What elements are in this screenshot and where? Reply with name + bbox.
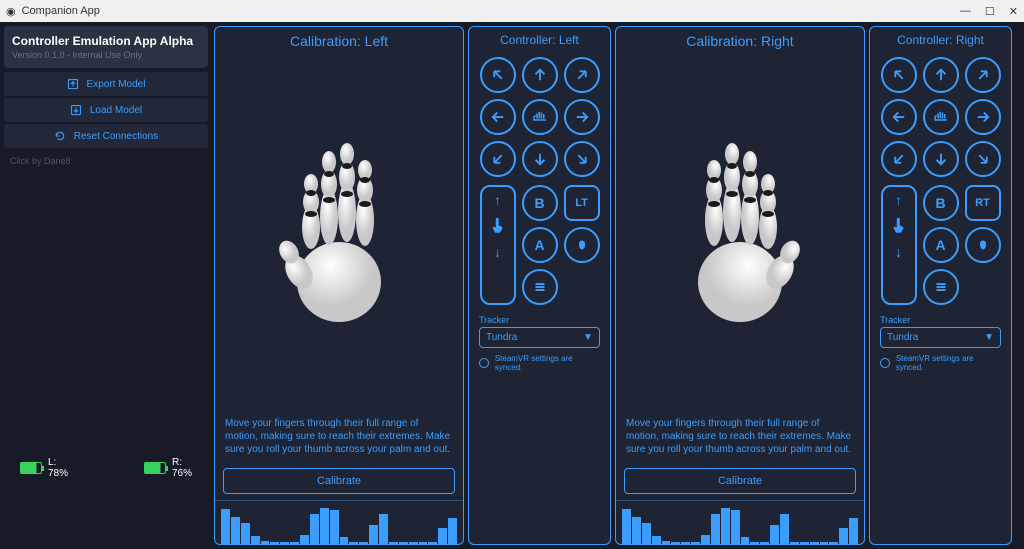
calibration-left-bars: [215, 500, 463, 544]
load-icon: [70, 104, 82, 116]
export-label: Export Model: [87, 79, 146, 90]
dpad-downleft-button[interactable]: [480, 141, 516, 177]
menu-button[interactable]: [522, 269, 558, 305]
load-model-button[interactable]: Load Model: [4, 98, 208, 122]
stick-up-icon: ↑: [494, 193, 501, 207]
controller-right-panel: Controller: Right ↑ ↓ B A RT: [869, 26, 1012, 545]
reset-label: Reset Connections: [74, 131, 159, 142]
window-titlebar: ◉ Companion App — ☐ ✕: [0, 0, 1024, 22]
dpad-center-button-r[interactable]: [923, 99, 959, 135]
stick-up-icon-r: ↑: [895, 193, 902, 207]
dpad-down-button[interactable]: [522, 141, 558, 177]
reset-icon: [54, 130, 66, 142]
stick-right-column[interactable]: ↑ ↓: [881, 185, 917, 305]
calibration-left-panel: Calibration: Left M: [214, 26, 464, 545]
sidebar-note: Click by Dane8: [4, 150, 208, 172]
tracker-left-value: Tundra: [486, 332, 517, 343]
a-button-r[interactable]: A: [923, 227, 959, 263]
tracker-right-select[interactable]: Tundra ▼: [880, 327, 1001, 348]
dpad-center-button[interactable]: [522, 99, 558, 135]
calibration-left-title: Calibration: Left: [215, 27, 463, 55]
window-title: Companion App: [22, 5, 100, 17]
tracker-left-label: Tracker: [479, 315, 600, 325]
battery-status: L: 78% R: 76%: [20, 457, 192, 479]
dpad-upleft-button[interactable]: [480, 57, 516, 93]
app-title: Controller Emulation App Alpha: [12, 34, 200, 48]
dpad-up-button-r[interactable]: [923, 57, 959, 93]
dpad-up-button[interactable]: [522, 57, 558, 93]
hand-left-viewer[interactable]: [215, 55, 463, 409]
controller-right-title: Controller: Right: [870, 27, 1011, 53]
b-button[interactable]: B: [522, 185, 558, 221]
calibration-right-bars: [616, 500, 864, 544]
left-trigger-button[interactable]: LT: [564, 185, 600, 221]
reset-connections-button[interactable]: Reset Connections: [4, 124, 208, 148]
a-button[interactable]: A: [522, 227, 558, 263]
dpad-right-button-r[interactable]: [965, 99, 1001, 135]
tracker-right-label: Tracker: [880, 315, 1001, 325]
dpad-left-button[interactable]: [480, 99, 516, 135]
controller-left-title: Controller: Left: [469, 27, 610, 53]
sync-left-radio[interactable]: [479, 358, 489, 368]
tracker-right-value: Tundra: [887, 332, 918, 343]
right-trigger-button[interactable]: RT: [965, 185, 1001, 221]
grip-button[interactable]: [564, 227, 600, 263]
hand-right-viewer[interactable]: [616, 55, 864, 409]
dpad-down-button-r[interactable]: [923, 141, 959, 177]
export-model-button[interactable]: Export Model: [4, 72, 208, 96]
sidebar-header: Controller Emulation App Alpha Version 0…: [4, 26, 208, 68]
close-button[interactable]: ✕: [1009, 5, 1018, 18]
dpad-upright-button-r[interactable]: [965, 57, 1001, 93]
battery-right-icon: [144, 462, 166, 474]
dpad-upleft-button-r[interactable]: [881, 57, 917, 93]
stick-down-icon: ↓: [494, 245, 501, 259]
battery-left-icon: [20, 462, 42, 474]
calibration-right-panel: Calibration: Right: [615, 26, 865, 545]
dpad-left-button-r[interactable]: [881, 99, 917, 135]
controller-left-panel: Controller: Left ↑ ↓ B A LT: [468, 26, 611, 545]
dpad-downright-button[interactable]: [564, 141, 600, 177]
dpad-right-button[interactable]: [564, 99, 600, 135]
calibration-right-title: Calibration: Right: [616, 27, 864, 55]
menu-button-r[interactable]: [923, 269, 959, 305]
export-icon: [67, 78, 79, 90]
app-version: Version 0.1.0 - Internal Use Only: [12, 50, 200, 60]
calibrate-left-button[interactable]: Calibrate: [223, 468, 455, 494]
sync-left-text: SteamVR settings are synced.: [495, 354, 600, 372]
hand-left-icon: [259, 132, 419, 332]
dpad-upright-button[interactable]: [564, 57, 600, 93]
dpad-downright-button-r[interactable]: [965, 141, 1001, 177]
stick-down-icon-r: ↓: [895, 245, 902, 259]
stick-touch-icon: [489, 217, 507, 235]
tracker-left-select[interactable]: Tundra ▼: [479, 327, 600, 348]
battery-right-label: R:: [172, 457, 192, 468]
battery-right-pct: 76%: [172, 468, 192, 479]
battery-left-label: L:: [48, 457, 68, 468]
chevron-down-icon-r: ▼: [984, 332, 994, 343]
stick-touch-icon-r: [890, 217, 908, 235]
chevron-down-icon: ▼: [583, 332, 593, 343]
stick-left-column[interactable]: ↑ ↓: [480, 185, 516, 305]
calibration-right-instruction: Move your fingers through their full ran…: [616, 409, 864, 464]
battery-left-pct: 78%: [48, 468, 68, 479]
maximize-button[interactable]: ☐: [985, 5, 995, 18]
calibration-left-instruction: Move your fingers through their full ran…: [215, 409, 463, 464]
load-label: Load Model: [90, 105, 142, 116]
sync-right-radio[interactable]: [880, 358, 890, 368]
minimize-button[interactable]: —: [960, 5, 971, 18]
b-button-r[interactable]: B: [923, 185, 959, 221]
calibrate-right-button[interactable]: Calibrate: [624, 468, 856, 494]
dpad-downleft-button-r[interactable]: [881, 141, 917, 177]
app-icon: ◉: [6, 5, 16, 18]
grip-button-r[interactable]: [965, 227, 1001, 263]
sidebar: Controller Emulation App Alpha Version 0…: [0, 22, 212, 549]
sync-right-text: SteamVR settings are synced.: [896, 354, 1001, 372]
hand-right-icon: [660, 132, 820, 332]
